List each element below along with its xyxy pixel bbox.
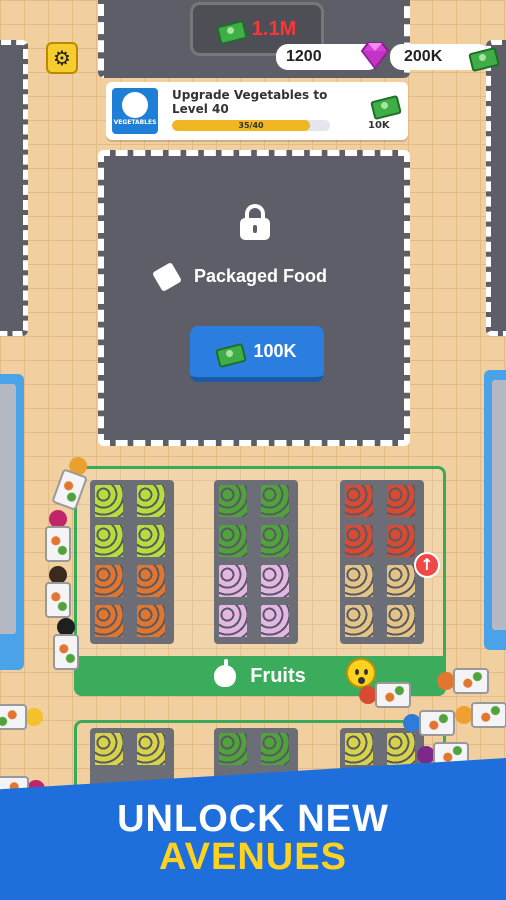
unlock-price: 100K bbox=[253, 341, 297, 361]
shopper bbox=[0, 703, 43, 731]
shopper bbox=[455, 701, 506, 729]
cash-icon bbox=[470, 46, 496, 66]
gem-counter: 1200 bbox=[276, 42, 390, 70]
right-shelf bbox=[492, 380, 506, 630]
vegetables-icon-label: VEGETABLES bbox=[113, 119, 157, 126]
upgrade-arrow-icon[interactable]: ↑ bbox=[414, 552, 440, 578]
total-money-value: 1.1M bbox=[251, 17, 297, 40]
shopper-head bbox=[49, 566, 67, 584]
cash-count: 200K bbox=[404, 48, 443, 65]
gear-icon: ⚙ bbox=[53, 46, 71, 70]
left-shelf bbox=[0, 384, 16, 634]
locked-zone bbox=[98, 150, 410, 446]
shopping-cart bbox=[471, 702, 506, 728]
promo-line-1: UNLOCK NEW bbox=[117, 798, 389, 840]
shopping-cart bbox=[453, 668, 489, 694]
lock-icon bbox=[240, 204, 270, 240]
shopping-cart bbox=[45, 582, 71, 618]
left-zone bbox=[0, 40, 28, 336]
cash-counter: 200K bbox=[390, 44, 490, 70]
shopper-head bbox=[25, 708, 43, 726]
shopper-head bbox=[57, 618, 75, 636]
gem-count: 1200 bbox=[286, 48, 322, 65]
upgrade-title: Upgrade Vegetables to Level 40 bbox=[172, 88, 328, 116]
cash-icon bbox=[217, 342, 243, 362]
surprised-emoji-icon bbox=[346, 658, 376, 688]
upgrade-cost: 10K bbox=[368, 120, 390, 131]
promo-line-2: AVENUES bbox=[159, 836, 347, 878]
shopper-head bbox=[455, 706, 473, 724]
shopping-cart bbox=[0, 704, 27, 730]
settings-button[interactable]: ⚙ bbox=[46, 42, 78, 74]
vegetables-icon: VEGETABLES bbox=[112, 88, 158, 134]
locked-zone-name: Packaged Food bbox=[194, 266, 328, 286]
fruits-banner: Fruits bbox=[74, 656, 446, 696]
right-zone bbox=[486, 40, 506, 336]
cash-icon bbox=[218, 19, 244, 39]
upgrade-progress-text: 35/40 bbox=[238, 121, 264, 130]
upgrade-card[interactable]: VEGETABLES Upgrade Vegetables to Level 4… bbox=[106, 82, 408, 140]
cash-icon bbox=[372, 94, 398, 114]
unlock-zone-button[interactable]: 100K bbox=[190, 326, 324, 382]
shopper-head bbox=[49, 510, 67, 528]
gem-icon bbox=[360, 42, 390, 70]
shopper bbox=[44, 510, 72, 564]
shopping-cart bbox=[45, 526, 71, 562]
shopper bbox=[44, 566, 72, 620]
fruits-label: Fruits bbox=[250, 664, 306, 687]
apple-icon bbox=[214, 659, 237, 687]
